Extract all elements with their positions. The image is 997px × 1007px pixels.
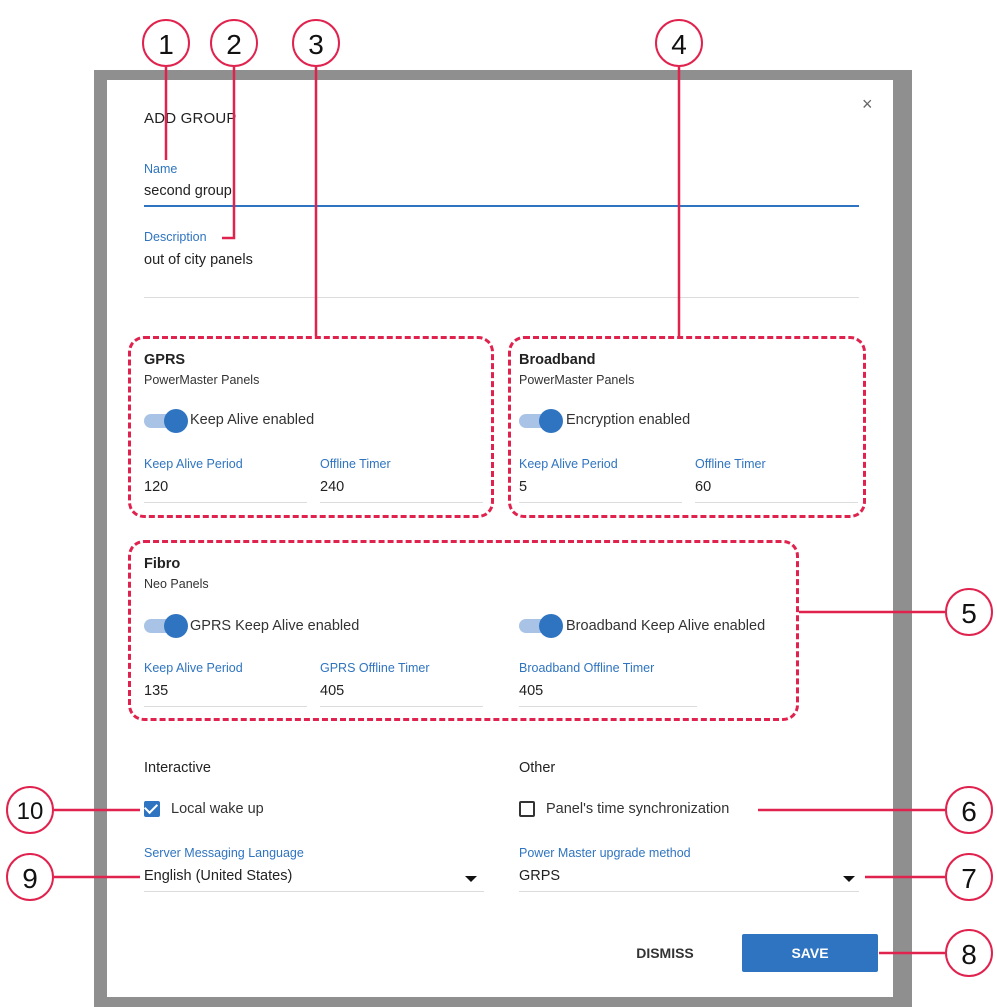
callout-4: 4 <box>655 19 703 67</box>
callout-1: 1 <box>142 19 190 67</box>
callout-3: 3 <box>292 19 340 67</box>
callout-2: 2 <box>210 19 258 67</box>
annotation-connectors <box>54 67 945 955</box>
callout-2-line <box>222 67 236 240</box>
callout-7: 7 <box>945 853 993 901</box>
callout-6: 6 <box>945 786 993 834</box>
callout-8: 8 <box>945 929 993 977</box>
callout-5: 5 <box>945 588 993 636</box>
callout-10: 10 <box>6 786 54 834</box>
callout-9: 9 <box>6 853 54 901</box>
